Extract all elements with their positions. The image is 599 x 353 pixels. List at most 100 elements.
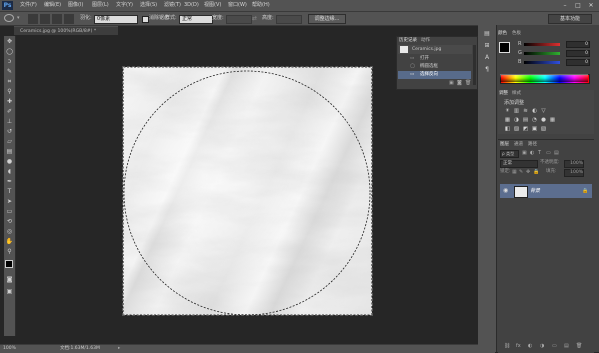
- menu-3d[interactable]: 3D(D): [184, 0, 199, 11]
- new-snapshot-icon[interactable]: ◙: [457, 80, 462, 86]
- width-input[interactable]: [226, 15, 252, 24]
- lock-pixels-icon[interactable]: ✎: [519, 169, 523, 175]
- workspace-select[interactable]: 基本功能: [548, 14, 592, 24]
- menu-select[interactable]: 选择(S): [140, 0, 157, 11]
- color-lookup-icon[interactable]: ▦: [549, 117, 556, 124]
- dropdown-arrow-icon[interactable]: ▾: [17, 15, 20, 21]
- opacity-input[interactable]: 100%: [564, 160, 584, 168]
- filter-smart-icon[interactable]: ▤: [554, 150, 559, 156]
- layer-row-background[interactable]: ◉ 背景 🔒: [500, 184, 592, 198]
- blend-mode-select[interactable]: 正常: [500, 160, 538, 168]
- menu-type[interactable]: 文字(Y): [116, 0, 133, 11]
- invert-icon[interactable]: ◧: [504, 126, 511, 133]
- history-step-selected[interactable]: ▭ 选择反向: [398, 71, 471, 79]
- color-balance-icon[interactable]: ◑: [513, 117, 520, 124]
- quick-select-tool-icon[interactable]: ✎: [5, 68, 14, 76]
- eyedropper-tool-icon[interactable]: ⚲: [5, 88, 14, 96]
- character-panel-icon[interactable]: A: [482, 54, 492, 62]
- foreground-color[interactable]: [499, 42, 510, 53]
- rectangle-tool-icon[interactable]: ▭: [5, 208, 14, 216]
- blur-tool-icon[interactable]: ●: [5, 158, 14, 166]
- close-button[interactable]: ✕: [586, 2, 596, 9]
- add-mask-icon[interactable]: ◐: [528, 343, 532, 349]
- new-selection-icon[interactable]: [28, 14, 38, 24]
- lock-position-icon[interactable]: ✥: [526, 169, 530, 175]
- red-value[interactable]: 0: [566, 41, 590, 48]
- fx-icon[interactable]: fx: [516, 343, 521, 349]
- eraser-tool-icon[interactable]: ▱: [5, 138, 14, 146]
- visibility-eye-icon[interactable]: ◉: [503, 187, 508, 195]
- menu-layer[interactable]: 图层(L): [92, 0, 109, 11]
- menu-edit[interactable]: 编辑(E): [44, 0, 61, 11]
- fill-input[interactable]: 100%: [564, 169, 584, 177]
- new-layer-icon[interactable]: ▤: [564, 343, 569, 349]
- exposure-icon[interactable]: ◐: [531, 108, 538, 115]
- selective-color-icon[interactable]: ▧: [540, 126, 547, 133]
- gradient-tool-icon[interactable]: ▤: [5, 148, 14, 156]
- move-tool-icon[interactable]: ✥: [5, 38, 14, 46]
- tab-layers[interactable]: 图层: [500, 141, 509, 148]
- curves-icon[interactable]: ≋: [522, 108, 529, 115]
- hue-saturation-icon[interactable]: ▦: [504, 117, 511, 124]
- green-value[interactable]: 0: [566, 50, 590, 57]
- filter-pixel-icon[interactable]: ▣: [522, 150, 527, 156]
- document-tab[interactable]: Ceramics.jpg @ 100%(RGB/8#) *: [14, 26, 118, 35]
- maximize-button[interactable]: □: [573, 2, 583, 9]
- black-white-icon[interactable]: ▤: [522, 117, 529, 124]
- pen-tool-icon[interactable]: ✒: [5, 178, 14, 186]
- threshold-icon[interactable]: ◩: [522, 126, 529, 133]
- history-step[interactable]: ▭ 打开: [398, 55, 471, 63]
- add-to-selection-icon[interactable]: [40, 14, 50, 24]
- intersect-selection-icon[interactable]: [64, 14, 74, 24]
- feather-input[interactable]: 0像素: [94, 15, 138, 24]
- menu-file[interactable]: 文件(F): [20, 0, 37, 11]
- 3d-rotate-tool-icon[interactable]: ⟲: [5, 218, 14, 226]
- link-layers-icon[interactable]: ⛓: [504, 343, 510, 349]
- group-icon[interactable]: ▭: [552, 343, 557, 349]
- tab-actions[interactable]: 动作: [421, 37, 430, 44]
- paragraph-panel-icon[interactable]: ¶: [482, 66, 492, 74]
- brightness-icon[interactable]: ☀: [504, 108, 511, 115]
- lock-transparent-icon[interactable]: ▦: [512, 169, 517, 175]
- vibrance-icon[interactable]: ▽: [540, 108, 547, 115]
- channel-mixer-icon[interactable]: ●: [540, 117, 547, 124]
- menu-window[interactable]: 窗口(W): [228, 0, 247, 11]
- properties-panel-icon[interactable]: ⊞: [482, 42, 492, 50]
- hand-tool-icon[interactable]: ✋: [5, 238, 14, 246]
- new-document-from-state-icon[interactable]: ▣: [449, 80, 454, 86]
- ellipse-marquee-tool-icon[interactable]: [4, 14, 14, 22]
- zoom-tool-icon[interactable]: ⚲: [5, 248, 14, 256]
- posterize-icon[interactable]: ▨: [513, 126, 520, 133]
- history-step[interactable]: ◯ 椭圆选框: [398, 63, 471, 71]
- menu-help[interactable]: 帮助(H): [252, 0, 270, 11]
- history-snapshot[interactable]: Ceramics.jpg: [398, 45, 472, 54]
- menu-filter[interactable]: 滤镜(T): [164, 0, 181, 11]
- crop-tool-icon[interactable]: ⌗: [5, 78, 14, 86]
- history-panel-icon[interactable]: ▤: [482, 30, 492, 38]
- subtract-selection-icon[interactable]: [52, 14, 62, 24]
- dodge-tool-icon[interactable]: ◖: [5, 168, 14, 176]
- filter-shape-icon[interactable]: ▭: [546, 150, 551, 156]
- levels-icon[interactable]: ▥: [513, 108, 520, 115]
- height-input[interactable]: [276, 15, 302, 24]
- refine-edge-button[interactable]: 调整边缘...: [308, 14, 346, 24]
- menu-view[interactable]: 视图(V): [204, 0, 221, 11]
- layer-filter-select[interactable]: ρ 类型: [500, 150, 519, 158]
- tab-swatches[interactable]: 色板: [512, 30, 521, 37]
- minimize-button[interactable]: –: [560, 2, 570, 9]
- tab-paths[interactable]: 路径: [528, 141, 537, 148]
- tab-history[interactable]: 历史记录: [399, 37, 417, 44]
- delete-layer-icon[interactable]: 🗑: [576, 343, 582, 349]
- green-slider[interactable]: [524, 52, 560, 55]
- tab-color[interactable]: 颜色: [498, 30, 507, 37]
- quick-mask-icon[interactable]: ◙: [5, 276, 14, 284]
- marquee-tool-icon[interactable]: ◯: [5, 48, 14, 56]
- history-scrollbar[interactable]: [473, 45, 476, 85]
- 3d-camera-tool-icon[interactable]: ◎: [5, 228, 14, 236]
- adjustment-layer-icon[interactable]: ◑: [540, 343, 544, 349]
- type-tool-icon[interactable]: T: [5, 188, 14, 196]
- filter-adjust-icon[interactable]: ◐: [530, 150, 534, 156]
- filter-type-icon[interactable]: T: [538, 150, 541, 156]
- menu-image[interactable]: 图像(I): [68, 0, 83, 11]
- tab-adjustments[interactable]: 调整: [499, 90, 508, 97]
